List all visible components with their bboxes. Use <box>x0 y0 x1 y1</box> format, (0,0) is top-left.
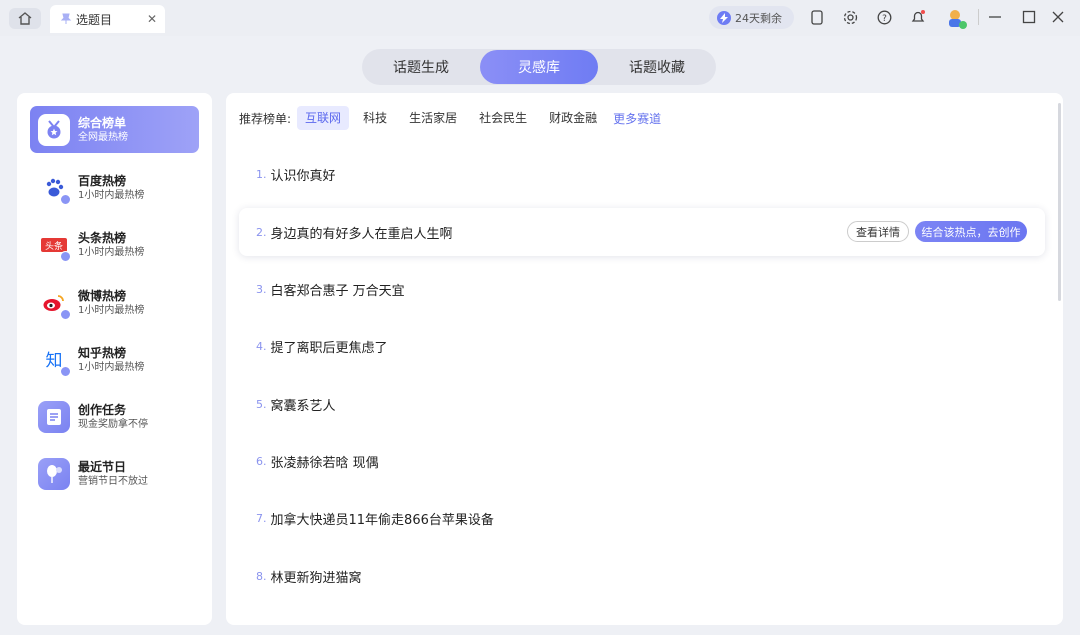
minimize-icon[interactable] <box>986 8 1004 26</box>
hot-badge-icon <box>60 193 71 205</box>
divider <box>978 9 979 25</box>
sidebar: 综合榜单 全网最热榜 百度热榜 1小时内最热榜 头条 头条热榜 1小时内最热榜 … <box>17 93 212 625</box>
sidebar-item-overall[interactable]: 综合榜单 全网最热榜 <box>30 106 199 153</box>
mobile-icon[interactable] <box>808 8 826 26</box>
tab-label: 选题目 <box>76 12 113 27</box>
list-item-number: 4. <box>256 339 267 353</box>
list-item-number: 8. <box>256 569 267 583</box>
sidebar-item-zhihu[interactable]: 知 知乎热榜 1小时内最热榜 <box>30 336 199 383</box>
sidebar-item-subtitle: 全网最热榜 <box>78 131 128 143</box>
home-button[interactable] <box>9 8 41 29</box>
chip-finance[interactable]: 财政金融 <box>541 106 605 130</box>
more-tracks-link[interactable]: 更多赛道 <box>613 110 661 127</box>
chip-society[interactable]: 社会民生 <box>471 106 535 130</box>
toutiao-icon: 头条 <box>38 229 71 262</box>
sidebar-item-title: 知乎热榜 <box>78 345 127 360</box>
list-item-text: 加拿大快递员11年偷走866台苹果设备 <box>270 512 494 528</box>
category-filter: 推荐榜单: 互联网 科技 生活家居 社会民生 财政金融 更多赛道 <box>239 106 661 130</box>
pin-icon <box>60 13 72 25</box>
trial-badge[interactable]: 24天剩余 <box>709 6 794 29</box>
list-item-text: 林更新狗进猫窝 <box>270 570 362 586</box>
bolt-icon <box>717 10 731 25</box>
hot-badge-icon <box>60 250 71 262</box>
window-close-icon[interactable] <box>1049 8 1067 26</box>
sidebar-item-festivals[interactable]: 最近节日 营销节日不放过 <box>30 450 199 497</box>
sidebar-item-title: 最近节日 <box>78 459 127 474</box>
close-icon[interactable]: ✕ <box>147 12 157 26</box>
list-item-text: 认识你真好 <box>270 168 336 184</box>
festival-icon <box>38 457 70 490</box>
list-item[interactable]: 6. 张凌赫徐若晗 现偶 <box>239 437 1045 485</box>
list-item[interactable]: 8. 林更新狗进猫窝 <box>239 552 1045 600</box>
help-icon[interactable]: ? <box>875 8 893 26</box>
sidebar-item-subtitle: 营销节日不放过 <box>78 475 148 487</box>
settings-icon[interactable] <box>841 8 859 26</box>
svg-text:头条: 头条 <box>45 240 63 252</box>
hot-list-panel: 推荐榜单: 互联网 科技 生活家居 社会民生 财政金融 更多赛道 1. 认识你真… <box>226 93 1063 625</box>
chip-home[interactable]: 生活家居 <box>401 106 465 130</box>
sidebar-item-title: 百度热榜 <box>78 173 127 188</box>
list-item[interactable]: 4. 提了离职后更焦虑了 <box>239 322 1045 370</box>
list-item-text: 张凌赫徐若晗 现偶 <box>270 455 379 471</box>
list-item-number: 1. <box>256 167 267 181</box>
zhihu-icon: 知 <box>38 344 71 377</box>
sidebar-item-title: 微博热榜 <box>78 288 127 303</box>
medal-icon <box>38 113 70 146</box>
list-item-number: 3. <box>256 282 267 296</box>
sidebar-item-tasks[interactable]: 创作任务 现金奖励拿不停 <box>30 393 199 440</box>
list-item-text: 身边真的有好多人在重启人生啊 <box>270 226 453 242</box>
sidebar-item-subtitle: 1小时内最热榜 <box>78 304 145 316</box>
bell-icon[interactable] <box>909 8 927 26</box>
sidebar-item-weibo[interactable]: 微博热榜 1小时内最热榜 <box>30 279 199 326</box>
tab-topic[interactable]: 选题目 ✕ <box>50 5 165 33</box>
list-item-text: 白客郑合惠子 万合天宜 <box>270 283 405 299</box>
chip-internet[interactable]: 互联网 <box>297 106 350 130</box>
list-item-text: 提了离职后更焦虑了 <box>270 340 388 356</box>
list-item[interactable]: 3. 白客郑合惠子 万合天宜 <box>239 265 1045 313</box>
list-item[interactable]: 2. 身边真的有好多人在重启人生啊 查看详情 结合该热点，去创作 <box>239 208 1045 256</box>
list-item-text: 窝囊系艺人 <box>270 398 336 414</box>
hot-badge-icon <box>60 308 71 320</box>
sidebar-item-subtitle: 现金奖励拿不停 <box>78 418 148 430</box>
maximize-icon[interactable] <box>1020 8 1038 26</box>
task-icon <box>38 400 70 433</box>
sidebar-item-title: 头条热榜 <box>78 230 127 245</box>
weibo-icon <box>38 287 71 320</box>
sidebar-item-baidu[interactable]: 百度热榜 1小时内最热榜 <box>30 164 199 211</box>
tab-inspiration[interactable]: 灵感库 <box>480 50 598 84</box>
tab-favorites[interactable]: 话题收藏 <box>598 49 716 85</box>
list-item-number: 5. <box>256 397 267 411</box>
filter-label: 推荐榜单: <box>239 111 292 126</box>
home-icon <box>18 12 32 25</box>
hot-badge-icon <box>60 365 71 377</box>
main-tabs: 话题生成 灵感库 话题收藏 <box>362 49 716 85</box>
sidebar-item-subtitle: 1小时内最热榜 <box>78 361 145 373</box>
sidebar-item-title: 创作任务 <box>78 402 127 417</box>
baidu-icon <box>38 172 71 205</box>
sidebar-item-subtitle: 1小时内最热榜 <box>78 189 145 201</box>
title-bar: 选题目 ✕ 24天剩余 ? <box>0 0 1080 36</box>
list-item-number: 7. <box>256 511 267 525</box>
view-details-button[interactable]: 查看详情 <box>847 221 909 242</box>
sidebar-item-subtitle: 1小时内最热榜 <box>78 246 145 258</box>
trial-label: 24天剩余 <box>735 11 782 25</box>
list-item-number: 6. <box>256 454 267 468</box>
scrollbar[interactable] <box>1058 103 1061 301</box>
list-item[interactable]: 7. 加拿大快递员11年偷走866台苹果设备 <box>239 494 1045 542</box>
sidebar-item-toutiao[interactable]: 头条 头条热榜 1小时内最热榜 <box>30 221 199 268</box>
list-item[interactable]: 5. 窝囊系艺人 <box>239 380 1045 428</box>
list-item[interactable]: 1. 认识你真好 <box>239 150 1045 198</box>
chip-tech[interactable]: 科技 <box>355 106 395 130</box>
sidebar-item-title: 综合榜单 <box>78 115 127 130</box>
create-from-topic-button[interactable]: 结合该热点，去创作 <box>915 221 1027 242</box>
avatar[interactable] <box>944 6 968 30</box>
tab-topic-generation[interactable]: 话题生成 <box>362 49 480 85</box>
list-item-number: 2. <box>256 225 267 239</box>
svg-text:?: ? <box>882 14 887 24</box>
